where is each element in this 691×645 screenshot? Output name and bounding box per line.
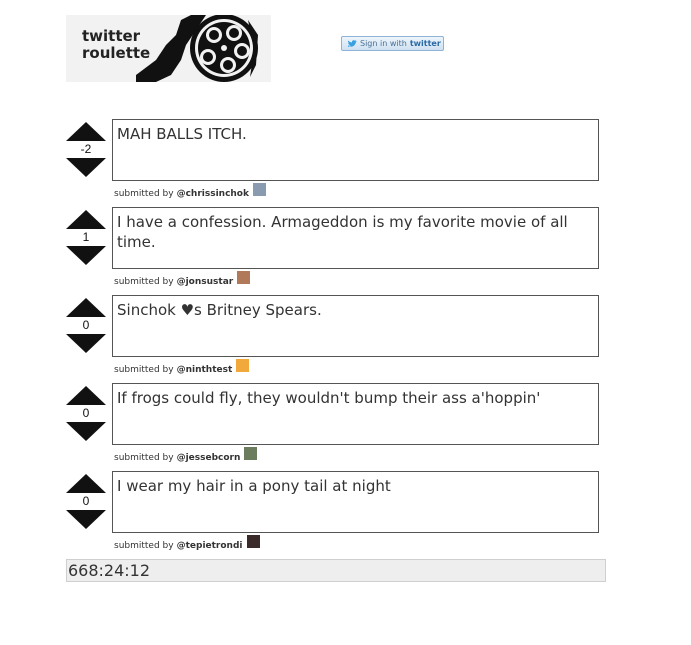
submitted-by-label: submitted by <box>114 188 174 199</box>
post-byline: submitted by @tepietrondi <box>114 535 260 552</box>
upvote-arrow-icon[interactable] <box>66 298 106 317</box>
submitter-username-link[interactable]: @tepietrondi <box>177 541 243 551</box>
user-avatar[interactable] <box>237 271 251 284</box>
vote-widget: 0 <box>66 471 106 533</box>
post-message: MAH BALLS ITCH. <box>112 119 599 181</box>
user-avatar[interactable] <box>244 447 258 460</box>
post-item: 1 I have a confession. Armageddon is my … <box>66 207 606 295</box>
submitter-username-link[interactable]: @chrissinchok <box>177 189 249 199</box>
post-item: 0 I wear my hair in a pony tail at night… <box>66 471 606 559</box>
post-message: I wear my hair in a pony tail at night <box>112 471 599 533</box>
sign-in-with-twitter-button[interactable]: Sign in with twitter <box>341 36 444 51</box>
post-item: 0 If frogs could fly, they wouldn't bump… <box>66 383 606 471</box>
vote-score: 0 <box>82 318 90 332</box>
user-avatar[interactable] <box>246 535 260 548</box>
upvote-arrow-icon[interactable] <box>66 210 106 229</box>
post-byline: submitted by @jonsustar <box>114 271 251 288</box>
post-message: Sinchok ♥s Britney Spears. <box>112 295 599 357</box>
user-avatar[interactable] <box>236 359 250 372</box>
upvote-arrow-icon[interactable] <box>66 386 106 405</box>
post-message: I have a confession. Armageddon is my fa… <box>112 207 599 269</box>
post-byline: submitted by @chrissinchok <box>114 183 266 200</box>
post-item: -2 MAH BALLS ITCH. submitted by @chrissi… <box>66 119 606 207</box>
post-item: 0 Sinchok ♥s Britney Spears. submitted b… <box>66 295 606 383</box>
vote-widget: -2 <box>66 119 106 181</box>
countdown-timer: 668:24:12 <box>66 559 606 582</box>
submitted-by-label: submitted by <box>114 276 174 287</box>
vote-score: 0 <box>82 494 90 508</box>
upvote-arrow-icon[interactable] <box>66 122 106 141</box>
submitted-by-label: submitted by <box>114 540 174 551</box>
downvote-arrow-icon[interactable] <box>66 158 106 177</box>
site-logo[interactable]: twitter roulette <box>66 15 271 82</box>
submitter-username-link[interactable]: @ninthtest <box>177 365 233 375</box>
submitted-by-label: submitted by <box>114 452 174 463</box>
twitter-bird-icon <box>347 39 357 47</box>
submitted-by-label: submitted by <box>114 364 174 375</box>
sign-in-label: Sign in with <box>360 39 407 48</box>
submitter-username-link[interactable]: @jonsustar <box>177 277 234 287</box>
vote-score: -2 <box>80 142 92 156</box>
post-byline: submitted by @jessebcorn <box>114 447 258 464</box>
submitter-username-link[interactable]: @jessebcorn <box>177 453 241 463</box>
vote-score: 1 <box>82 230 90 244</box>
post-message: If frogs could fly, they wouldn't bump t… <box>112 383 599 445</box>
downvote-arrow-icon[interactable] <box>66 246 106 265</box>
downvote-arrow-icon[interactable] <box>66 422 106 441</box>
revolver-cylinder-icon <box>136 15 258 82</box>
vote-widget: 0 <box>66 295 106 357</box>
vote-widget: 0 <box>66 383 106 445</box>
user-avatar[interactable] <box>252 183 266 196</box>
downvote-arrow-icon[interactable] <box>66 510 106 529</box>
downvote-arrow-icon[interactable] <box>66 334 106 353</box>
vote-score: 0 <box>82 406 90 420</box>
upvote-arrow-icon[interactable] <box>66 474 106 493</box>
vote-widget: 1 <box>66 207 106 269</box>
post-byline: submitted by @ninthtest <box>114 359 250 376</box>
twitter-wordmark: twitter <box>409 39 441 48</box>
